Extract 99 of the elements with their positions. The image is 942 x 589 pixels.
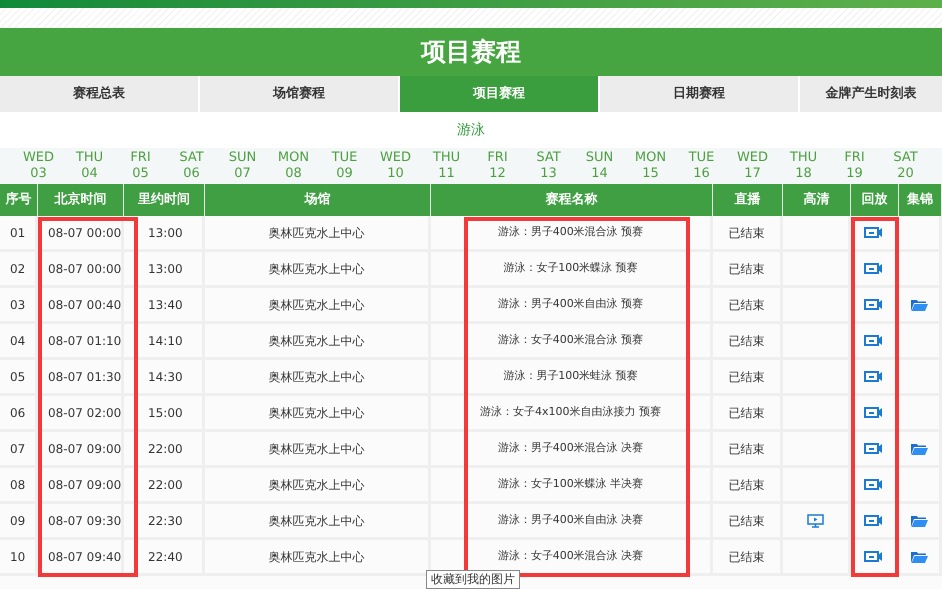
video-camera-icon[interactable] (864, 407, 883, 418)
folder-icon[interactable] (910, 514, 928, 526)
date-link[interactable]: MON 15 (625, 148, 676, 184)
video-camera-icon[interactable] (864, 371, 883, 382)
table-cell: 06 (0, 396, 38, 429)
video-camera-icon[interactable] (864, 227, 883, 238)
table-cell: 22:00 (124, 432, 205, 465)
tab[interactable]: 日期赛程 (600, 76, 798, 112)
date-link[interactable]: WED 17 (727, 148, 778, 184)
table-cell: 03 (0, 288, 38, 321)
video-camera-icon[interactable] (864, 263, 883, 274)
table-cell: 22:40 (124, 540, 205, 573)
table-cell: 08-07 09:40 (38, 540, 124, 573)
table-cell: 游泳：女子400米混合泳 预赛 (431, 324, 713, 357)
table-cell: 14:30 (124, 360, 205, 393)
video-camera-icon[interactable] (864, 479, 883, 490)
table-cell: 奥林匹克水上中心 (205, 252, 431, 285)
date-link[interactable]: SUN 07 (217, 148, 268, 184)
tab[interactable]: 项目赛程 (400, 76, 598, 112)
table-cell: 10 (0, 540, 38, 573)
page-title: 项目赛程 (0, 28, 942, 76)
table-cell: 02 (0, 252, 38, 285)
table-cell: 已结束 (713, 252, 783, 285)
table-cell: 08-07 09:00 (38, 468, 124, 501)
date-link[interactable]: THU 11 (421, 148, 472, 184)
table-cell: 08-07 02:00 (38, 396, 124, 429)
table-cell: 08-07 01:30 (38, 360, 124, 393)
table-cell: 07 (0, 432, 38, 465)
date-link[interactable]: SAT 20 (880, 148, 931, 184)
video-camera-icon[interactable] (864, 335, 883, 346)
table-cell: 奥林匹克水上中心 (205, 216, 431, 249)
date-link[interactable]: TUE 09 (319, 148, 370, 184)
video-camera-icon[interactable] (864, 443, 883, 454)
monitor-icon[interactable] (807, 514, 824, 528)
folder-icon[interactable] (910, 442, 928, 454)
date-link[interactable]: FRI 12 (472, 148, 523, 184)
folder-icon[interactable] (910, 298, 928, 310)
table-cell: 05 (0, 360, 38, 393)
tooltip: 收藏到我的图片 (426, 570, 520, 589)
table-cell: 08-07 09:30 (38, 504, 124, 537)
date-link[interactable]: WED 10 (370, 148, 421, 184)
table-cell: 已结束 (713, 468, 783, 501)
table-cell: 游泳：男子100米蛙泳 预赛 (431, 360, 713, 393)
date-link[interactable]: WED 03 (13, 148, 64, 184)
video-camera-icon[interactable] (864, 551, 883, 562)
folder-icon[interactable] (910, 550, 928, 562)
table-cell: 奥林匹克水上中心 (205, 432, 431, 465)
table-cell: 游泳：女子100米蝶泳 半决赛 (431, 468, 713, 501)
table-cell: 游泳：女子4x100米自由泳接力 预赛 (431, 396, 713, 429)
video-camera-icon[interactable] (864, 299, 883, 310)
table-cell: 奥林匹克水上中心 (205, 468, 431, 501)
date-link[interactable]: THU 18 (778, 148, 829, 184)
tab[interactable]: 赛程总表 (0, 76, 198, 112)
table-cell: 游泳：男子400米混合泳 决赛 (431, 432, 713, 465)
tab[interactable]: 场馆赛程 (200, 76, 398, 112)
date-link[interactable]: FRI 19 (829, 148, 880, 184)
table-cell: 游泳：男子400米混合泳 预赛 (431, 216, 713, 249)
table-cell: 08-07 00:00 (38, 252, 124, 285)
table-cell: 22:00 (124, 468, 205, 501)
table-cell: 08-07 00:40 (38, 288, 124, 321)
table-cell: 13:00 (124, 216, 205, 249)
table-cell: 15:00 (124, 396, 205, 429)
table-cell: 已结束 (713, 396, 783, 429)
table-cell: 08-07 01:10 (38, 324, 124, 357)
date-link[interactable]: MON 08 (268, 148, 319, 184)
table-cell: 已结束 (713, 540, 783, 573)
date-link[interactable]: THU 04 (64, 148, 115, 184)
table-cell: 01 (0, 216, 38, 249)
date-link[interactable]: TUE 16 (676, 148, 727, 184)
table-cell: 游泳：男子400米自由泳 决赛 (431, 504, 713, 537)
table-cell: 09 (0, 504, 38, 537)
table-cell: 奥林匹克水上中心 (205, 396, 431, 429)
table-cell: 08 (0, 468, 38, 501)
table-cell: 奥林匹克水上中心 (205, 288, 431, 321)
date-link[interactable]: SUN 14 (574, 148, 625, 184)
table-cell: 已结束 (713, 360, 783, 393)
table-cell: 奥林匹克水上中心 (205, 504, 431, 537)
date-link[interactable]: SAT 06 (166, 148, 217, 184)
table-cell: 已结束 (713, 324, 783, 357)
table-cell: 08-07 00:00 (38, 216, 124, 249)
table-cell: 13:00 (124, 252, 205, 285)
table-cell: 奥林匹克水上中心 (205, 360, 431, 393)
table-cell: 已结束 (713, 216, 783, 249)
date-link[interactable]: FRI 05 (115, 148, 166, 184)
date-link[interactable]: SAT 13 (523, 148, 574, 184)
table-cell: 已结束 (713, 504, 783, 537)
table-cell: 已结束 (713, 432, 783, 465)
tab[interactable]: 金牌产生时刻表 (800, 76, 942, 112)
table-cell: 14:10 (124, 324, 205, 357)
table-cell: 游泳：男子400米自由泳 预赛 (431, 288, 713, 321)
table-cell: 04 (0, 324, 38, 357)
table-cell: 08-07 09:00 (38, 432, 124, 465)
table-cell: 游泳：女子100米蝶泳 预赛 (431, 252, 713, 285)
table-cell: 已结束 (713, 288, 783, 321)
table-cell: 13:40 (124, 288, 205, 321)
table-cell: 22:30 (124, 504, 205, 537)
video-camera-icon[interactable] (864, 515, 883, 526)
table-cell: 奥林匹克水上中心 (205, 324, 431, 357)
sport-name: 游泳 (457, 120, 485, 140)
